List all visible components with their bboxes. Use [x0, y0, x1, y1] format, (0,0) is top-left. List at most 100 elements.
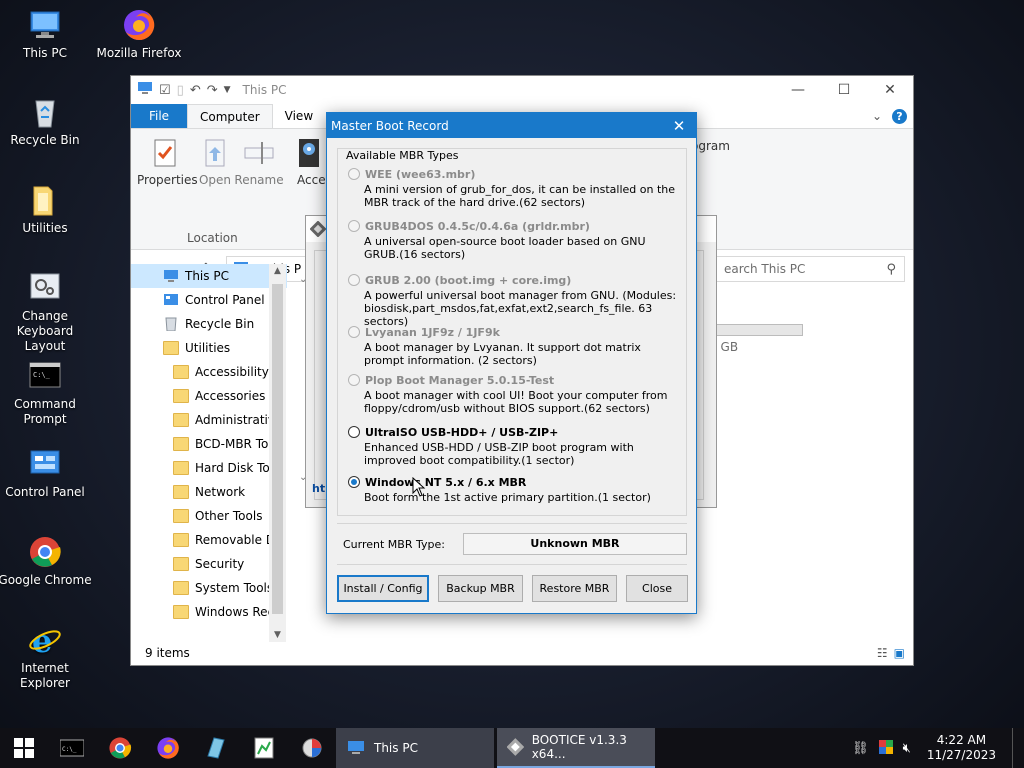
- properties-icon[interactable]: ☑: [159, 83, 171, 98]
- minimize-button[interactable]: —: [775, 76, 821, 104]
- nav-item-control-panel[interactable]: Control Panel: [131, 288, 287, 312]
- svg-text:C:\_: C:\_: [62, 746, 77, 753]
- taskbar-app-5[interactable]: [240, 728, 288, 768]
- volume-muted-icon[interactable]: 🔇︎: [903, 741, 911, 756]
- nav-item-system-tools[interactable]: System Tools: [131, 576, 287, 600]
- taskbar-command-prompt[interactable]: C:\_: [48, 728, 96, 768]
- desktop-icon-utilities[interactable]: Utilities: [0, 183, 93, 236]
- radio-button[interactable]: [348, 220, 360, 232]
- rename-button[interactable]: Rename: [231, 137, 287, 187]
- radio-button[interactable]: [348, 326, 360, 338]
- clock[interactable]: 4:22 AM 11/27/2023: [921, 733, 1002, 763]
- taskbar-app-4[interactable]: [192, 728, 240, 768]
- rename-label: Rename: [234, 173, 284, 187]
- chevron-down-icon[interactable]: ▼: [224, 85, 231, 95]
- radio-button[interactable]: [348, 274, 360, 286]
- tab-file[interactable]: File: [131, 104, 187, 128]
- details-view-icon[interactable]: ☷: [877, 646, 888, 660]
- mbr-option-windows-nt[interactable]: Windows NT 5.x / 6.x MBR Boot form the 1…: [348, 475, 683, 504]
- network-icon[interactable]: ⛓: [852, 741, 869, 756]
- keyboard-settings-icon: [28, 271, 62, 305]
- mbr-option-name: GRUB4DOS 0.4.5c/0.4.6a (grldr.mbr): [365, 219, 590, 233]
- clock-time: 4:22 AM: [936, 733, 987, 747]
- nav-item-accessibility[interactable]: Accessibility: [131, 360, 287, 384]
- mbr-dialog[interactable]: Master Boot Record ✕ Available MBR Types…: [326, 112, 697, 614]
- mbr-option-ultraiso[interactable]: UltraISO USB-HDD+ / USB-ZIP+ Enhanced US…: [348, 425, 683, 467]
- backup-mbr-button[interactable]: Backup MBR: [438, 575, 523, 602]
- desktop-icon-google-chrome[interactable]: Google Chrome: [0, 535, 93, 588]
- mbr-option-name: WEE (wee63.mbr): [365, 167, 476, 181]
- radio-button[interactable]: [348, 168, 360, 180]
- nav-item-label: System Tools: [195, 581, 274, 595]
- restore-mbr-button[interactable]: Restore MBR: [532, 575, 617, 602]
- nav-item-recycle-bin[interactable]: Recycle Bin: [131, 312, 287, 336]
- radio-button-selected[interactable]: [348, 476, 360, 488]
- tab-view[interactable]: View: [273, 104, 325, 128]
- scroll-up-icon[interactable]: ▲: [269, 266, 286, 276]
- explorer-titlebar[interactable]: ☑ ▯ ↶ ↷ ▼ This PC — ☐ ✕: [131, 76, 913, 104]
- mbr-option-wee[interactable]: WEE (wee63.mbr) A mini version of grub_f…: [348, 167, 683, 209]
- nav-item-this-pc[interactable]: This PC: [131, 264, 287, 288]
- tab-computer[interactable]: Computer: [187, 104, 273, 128]
- nav-item-accessories[interactable]: Accessories: [131, 384, 287, 408]
- mbr-option-grub2[interactable]: GRUB 2.00 (boot.img + core.img) A powerf…: [348, 273, 683, 328]
- redo-icon[interactable]: ↷: [207, 83, 218, 98]
- ribbon-controls: ⌄ ?: [872, 104, 913, 128]
- nav-item-security[interactable]: Security: [131, 552, 287, 576]
- taskbar-app-6[interactable]: [288, 728, 336, 768]
- desktop-icon-label: Control Panel: [5, 485, 85, 499]
- start-button[interactable]: [0, 728, 48, 768]
- scrollbar-thumb[interactable]: [272, 284, 283, 614]
- radio-button[interactable]: [348, 374, 360, 386]
- desktop-icon-firefox[interactable]: Mozilla Firefox: [91, 8, 187, 61]
- desktop-icon-recycle-bin[interactable]: Recycle Bin: [0, 95, 93, 148]
- nav-item-bcd-mbr-tool[interactable]: BCD-MBR Tool: [131, 432, 287, 456]
- mouse-cursor-icon: [412, 477, 426, 497]
- mbr-option-grub4dos[interactable]: GRUB4DOS 0.4.5c/0.4.6a (grldr.mbr) A uni…: [348, 219, 683, 261]
- scroll-down-icon[interactable]: ▼: [269, 630, 286, 640]
- radio-button[interactable]: [348, 426, 360, 438]
- item-count: 9 items: [145, 646, 190, 660]
- bootice-link[interactable]: ht: [312, 482, 325, 495]
- large-icons-view-icon[interactable]: ▣: [894, 646, 905, 660]
- nav-item-utilities[interactable]: Utilities: [131, 336, 287, 360]
- mbr-dialog-titlebar[interactable]: Master Boot Record ✕: [327, 113, 696, 138]
- desktop-icon-change-keyboard-layout[interactable]: Change Keyboard Layout: [0, 271, 93, 354]
- navigation-scrollbar[interactable]: ▲ ▼: [269, 264, 286, 642]
- taskbar-chrome[interactable]: [96, 728, 144, 768]
- nav-item-network[interactable]: Network: [131, 480, 287, 504]
- desktop-icon-control-panel[interactable]: Control Panel: [0, 447, 93, 500]
- internet-explorer-icon: e: [28, 622, 62, 660]
- caption-buttons: — ☐ ✕: [775, 76, 913, 104]
- nav-item-hard-disk-tools[interactable]: Hard Disk Tools: [131, 456, 287, 480]
- desktop-icon-internet-explorer[interactable]: e Internet Explorer: [0, 622, 93, 691]
- nav-item-windows-recovery[interactable]: Windows Reco: [131, 600, 287, 624]
- properties-button[interactable]: Properties: [137, 137, 198, 187]
- show-desktop-button[interactable]: [1012, 728, 1016, 768]
- maximize-button[interactable]: ☐: [821, 76, 867, 104]
- taskbar-firefox[interactable]: [144, 728, 192, 768]
- undo-icon[interactable]: ↶: [190, 83, 201, 98]
- help-icon[interactable]: ?: [892, 108, 907, 124]
- color-picker-icon[interactable]: [878, 739, 893, 757]
- nav-item-label: Control Panel: [185, 293, 265, 307]
- new-folder-icon[interactable]: ▯: [177, 83, 184, 98]
- ribbon-collapse-chevron-icon[interactable]: ⌄: [872, 109, 882, 123]
- install-config-button[interactable]: Install / Config: [337, 575, 429, 602]
- taskbar-task-bootice[interactable]: BOOTICE v1.3.3 x64...: [497, 728, 655, 768]
- taskbar-task-this-pc[interactable]: This PC: [336, 728, 494, 768]
- close-button[interactable]: ✕: [867, 76, 913, 104]
- nav-item-removable-drive[interactable]: Removable Dri: [131, 528, 287, 552]
- mbr-option-plop[interactable]: Plop Boot Manager 5.0.15-Test A boot man…: [348, 373, 683, 415]
- nav-item-administrative[interactable]: Administrative: [131, 408, 287, 432]
- nav-item-other-tools[interactable]: Other Tools: [131, 504, 287, 528]
- properties-label: Properties: [137, 173, 198, 187]
- control-panel-icon: [28, 447, 62, 481]
- monitor-chart-icon: [254, 737, 274, 759]
- mbr-option-lvyanan[interactable]: Lvyanan 1JF9z / 1JF9k A boot manager by …: [348, 325, 683, 367]
- close-button[interactable]: Close: [626, 575, 688, 602]
- desktop-icon-command-prompt[interactable]: C:\_ Command Prompt: [0, 359, 93, 427]
- close-icon[interactable]: ✕: [662, 117, 696, 135]
- desktop-icon-this-pc[interactable]: This PC: [0, 8, 93, 61]
- folder-icon: [173, 365, 189, 379]
